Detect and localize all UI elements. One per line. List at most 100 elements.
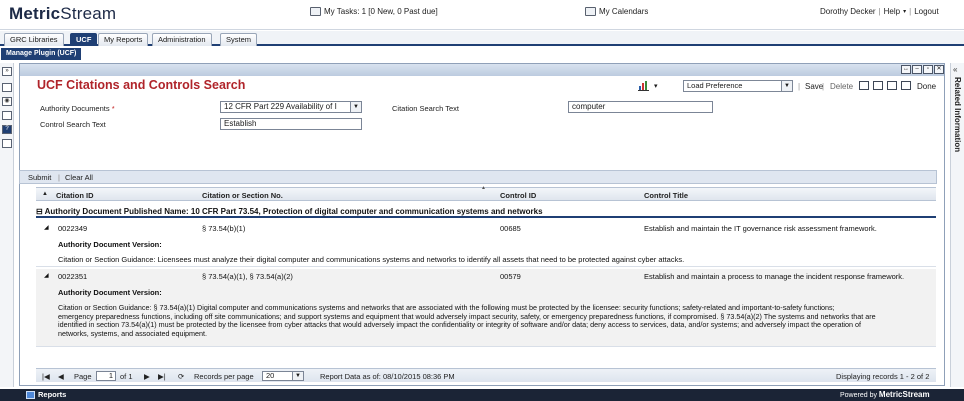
column-control-title[interactable]: Control Title [644, 191, 688, 200]
column-control-id[interactable]: Control ID [500, 191, 536, 200]
column-citation-id[interactable]: Citation ID [56, 191, 94, 200]
expand-row-icon[interactable]: ◢ [44, 272, 49, 279]
control-id-cell: 00579 [500, 272, 521, 281]
records-per-page-select[interactable]: 20 ▼ [262, 371, 304, 381]
guidance-text-line: networks, systems, and associated equipm… [58, 329, 208, 338]
user-menu: Dorothy Decker | Help ▾ | Logout [820, 7, 939, 16]
copy-icon[interactable] [2, 111, 12, 120]
export-icon[interactable] [873, 81, 883, 90]
guidance-text-line: identified in section 73.54(a)(1) must b… [58, 321, 862, 329]
control-title-cell: Establish and maintain the IT governance… [644, 224, 877, 233]
sort-up-icon[interactable]: ▲ [42, 191, 48, 197]
right-info-strip: « Related Information [950, 63, 964, 387]
expand-row-icon[interactable]: ◢ [44, 224, 49, 231]
save-button[interactable]: Save [805, 82, 823, 91]
minimize-icon[interactable]: – [912, 65, 922, 74]
refresh-icon[interactable]: ⟳ [178, 372, 184, 381]
page-title: UCF Citations and Controls Search [37, 78, 246, 92]
reports-link[interactable]: Reports [38, 390, 66, 399]
prev-page-icon[interactable]: ◀ [58, 372, 64, 381]
load-preference-select[interactable]: Load Preference ▼ [683, 80, 793, 92]
page-label: Page [74, 372, 92, 381]
guidance-text-line: emergency preparedness functions, includ… [58, 312, 876, 321]
footer-bar: Reports Powered by MetricStream [0, 389, 964, 401]
expand-left-icon[interactable]: » [2, 67, 12, 76]
tab-administration[interactable]: Administration [152, 33, 212, 46]
records-per-page-label: Records per page [194, 372, 254, 381]
chevron-down-icon: ▼ [781, 81, 792, 91]
report-data-timestamp: Report Data as of: 08/10/2015 08:36 PM [320, 372, 455, 381]
people-icon[interactable]: ◉ [2, 97, 12, 106]
guidance-text-line: Citation or Section Guidance: § 73.54(a)… [58, 304, 835, 312]
chart-icon[interactable] [638, 80, 650, 91]
tab-my-reports[interactable]: My Reports [98, 33, 149, 46]
maximize-icon[interactable]: ▫ [923, 65, 933, 74]
app-logo: MetricStream [9, 4, 117, 23]
tab-ucf[interactable]: UCF [70, 33, 98, 46]
app-header: MetricStream My Tasks: 1 [0 New, 0 Past … [0, 0, 964, 30]
powered-by-label: Powered by MetricStream [840, 390, 930, 399]
splitter-handle-icon[interactable]: ▲ [481, 185, 486, 191]
close-icon[interactable]: ✕ [934, 65, 944, 74]
first-page-icon[interactable]: |◀ [42, 372, 50, 381]
control-search-input[interactable]: Establish [220, 118, 362, 130]
tab-grc-libraries[interactable]: GRC Libraries [4, 33, 64, 46]
records-count: Displaying records 1 - 2 of 2 [836, 372, 930, 381]
restore-icon[interactable]: ↔ [901, 65, 911, 74]
page-count-label: of 1 [120, 372, 133, 381]
next-page-icon[interactable]: ▶ [144, 372, 150, 381]
sub-tab-bar: Manage Plugin (UCF) [0, 48, 964, 60]
my-tasks-link[interactable]: My Tasks: 1 [0 New, 0 Past due] [310, 7, 438, 16]
authority-documents-select[interactable]: 12 CFR Part 229 Availability of I ▼ [220, 101, 362, 113]
section-cell: § 73.54(a)(1), § 73.54(a)(2) [202, 272, 293, 281]
section-cell: § 73.54(b)(1) [202, 224, 246, 233]
expand-right-icon[interactable]: « [953, 65, 957, 74]
last-page-icon[interactable]: ▶| [158, 372, 166, 381]
collapse-group-icon[interactable]: ⊟ [36, 207, 43, 216]
panel-title-bar: ↔ – ▫ ✕ [20, 64, 944, 76]
help-link[interactable]: Help [884, 7, 900, 16]
table-row[interactable]: ◢ 0022351 § 73.54(a)(1), § 73.54(a)(2) 0… [36, 269, 936, 347]
chart-dropdown-icon[interactable]: ▾ [654, 82, 658, 90]
submit-button[interactable]: Submit [28, 173, 51, 182]
tasks-icon [310, 7, 321, 16]
citation-id-cell: 0022351 [58, 272, 88, 281]
control-title-cell: Establish and maintain a process to mana… [644, 272, 905, 281]
control-id-cell: 00685 [500, 224, 521, 233]
related-information-label[interactable]: Related Information [953, 77, 962, 152]
control-search-label: Control Search Text [40, 120, 106, 129]
clear-all-button[interactable]: Clear All [65, 173, 93, 182]
column-citation-section[interactable]: Citation or Section No. [202, 191, 283, 200]
help-dropdown-icon[interactable]: ▾ [903, 8, 906, 15]
tab-manage-plugin[interactable]: Manage Plugin (UCF) [1, 48, 82, 60]
main-tab-bar: GRC Libraries UCF My Reports Administrat… [0, 31, 964, 46]
done-button[interactable]: Done [917, 82, 936, 91]
results-grid-header: ▲ Citation ID Citation or Section No. ▲ … [36, 185, 936, 201]
reports-icon [26, 391, 35, 399]
print-icon[interactable] [901, 81, 911, 90]
user-name[interactable]: Dorothy Decker [820, 7, 876, 16]
version-label: Authority Document Version: [58, 288, 162, 297]
chevron-down-icon: ▼ [350, 102, 361, 112]
help-icon[interactable]: ? [2, 125, 12, 134]
group-header-row[interactable]: ⊟ Authority Document Published Name: 10 … [36, 206, 936, 218]
authority-documents-label: Authority Documents * [40, 104, 115, 113]
report-icon[interactable] [2, 139, 12, 148]
tab-system[interactable]: System [220, 33, 258, 46]
group-label: ⊟ Authority Document Published Name: 10 … [36, 207, 543, 216]
logout-link[interactable]: Logout [914, 7, 938, 16]
calendar-icon [585, 7, 596, 16]
guidance-text: Citation or Section Guidance: Licensees … [58, 255, 685, 264]
citation-search-label: Citation Search Text [392, 104, 459, 113]
citation-search-input[interactable]: computer [568, 101, 713, 113]
pdf-icon[interactable] [887, 81, 897, 90]
pagination-bar: |◀ ◀ Page 1 of 1 ▶ ▶| ⟳ Records per page… [36, 368, 936, 382]
delete-button[interactable]: Delete [830, 82, 853, 91]
left-tool-strip: » ◉ ? [0, 63, 14, 387]
table-row[interactable]: ◢ 0022349 § 73.54(b)(1) 00685 Establish … [36, 221, 936, 267]
document-icon[interactable] [2, 83, 12, 92]
citation-id-cell: 0022349 [58, 224, 88, 233]
email-icon[interactable] [859, 81, 869, 90]
my-calendars-link[interactable]: My Calendars [585, 7, 648, 16]
page-number-input[interactable]: 1 [96, 371, 116, 381]
